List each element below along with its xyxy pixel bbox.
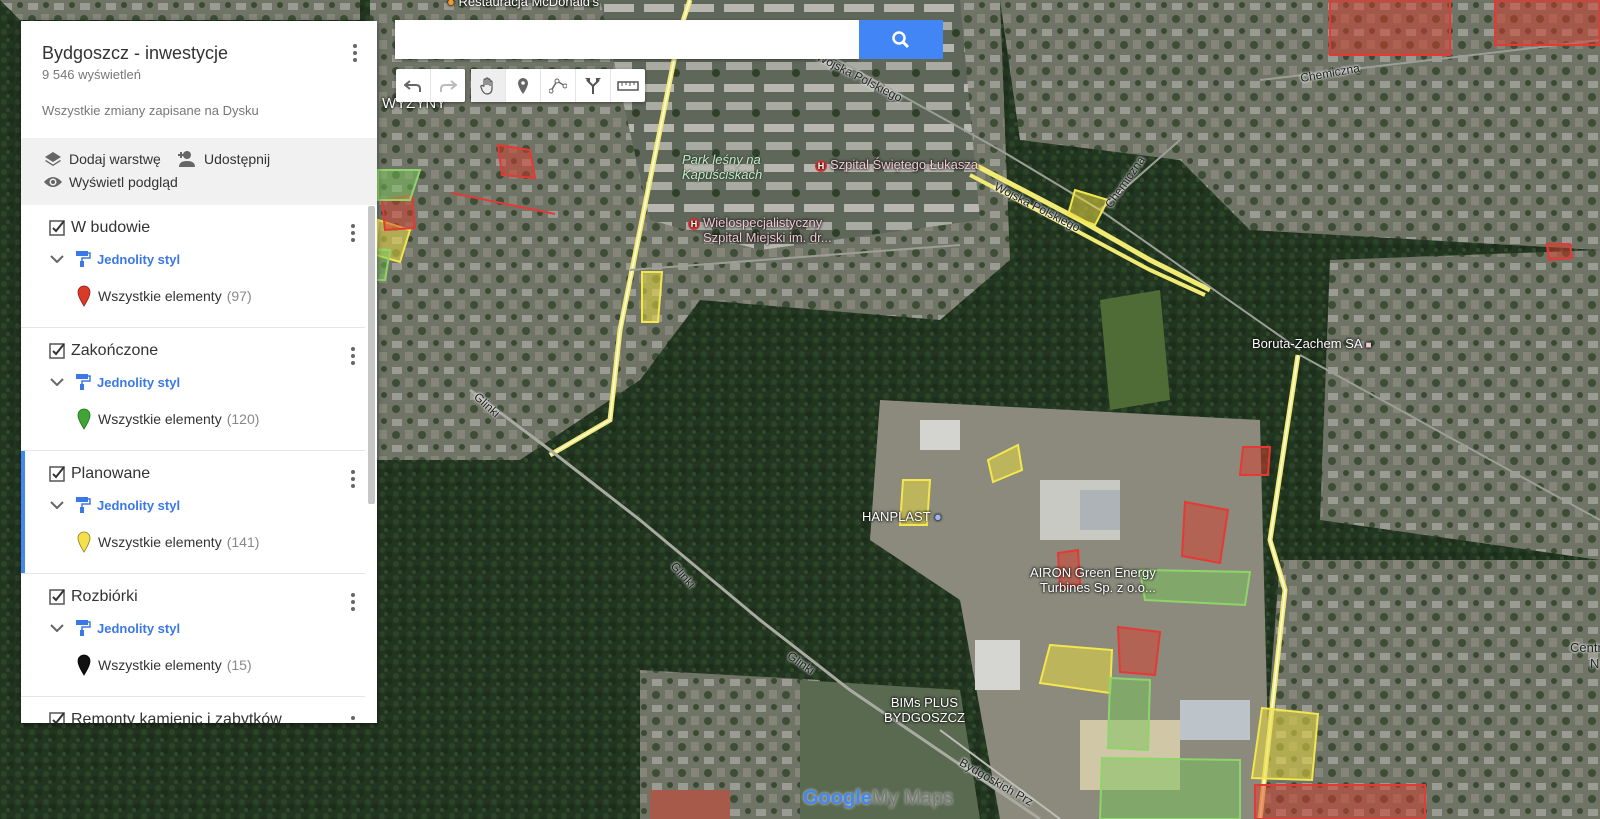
layer-options-button[interactable] — [343, 713, 363, 723]
layer-elements[interactable]: Wszystkie elementy (120) — [77, 408, 259, 430]
directions-button[interactable] — [576, 69, 611, 102]
layer-zakonczone[interactable]: Zakończone Jednolity styl Wszystkie elem… — [21, 328, 365, 451]
chevron-down-icon — [50, 255, 64, 263]
marker-icon — [77, 654, 91, 676]
marker-icon — [77, 408, 91, 430]
layer-options-button[interactable] — [343, 344, 363, 368]
paint-roller-icon — [76, 497, 91, 513]
layer-elements[interactable]: Wszystkie elementy (97) — [77, 285, 252, 307]
checkbox-checked-icon — [49, 220, 65, 236]
search-button[interactable] — [859, 20, 943, 59]
map-label-bims[interactable]: BIMs PLUS BYDGOSZCZ — [884, 695, 965, 725]
layer-name[interactable]: Planowane — [71, 465, 150, 483]
layers-icon — [45, 152, 61, 166]
save-status: Wszystkie zmiany zapisane na Dysku — [42, 103, 259, 118]
add-marker-button[interactable] — [506, 69, 541, 102]
search-input[interactable] — [395, 20, 859, 59]
eye-icon — [44, 177, 62, 187]
layer-visibility-checkbox[interactable] — [49, 712, 65, 723]
redo-icon — [440, 79, 457, 92]
layer-visibility-checkbox[interactable] — [49, 343, 65, 359]
layer-visibility-checkbox[interactable] — [49, 220, 65, 236]
layer-name[interactable]: W budowie — [71, 219, 150, 237]
layer-visibility-checkbox[interactable] — [49, 589, 65, 605]
map-title[interactable]: Bydgoszcz - inwestycje — [42, 43, 357, 64]
checkbox-checked-icon — [49, 466, 65, 482]
hand-icon — [480, 76, 493, 95]
layer-style-toggle[interactable]: Jednolity styl — [49, 619, 180, 637]
ruler-icon — [617, 80, 639, 91]
marker-icon — [77, 531, 91, 553]
layer-elements[interactable]: Wszystkie elementy (15) — [77, 654, 252, 676]
paint-roller-icon — [76, 251, 91, 267]
layer-style-toggle[interactable]: Jednolity styl — [49, 250, 180, 268]
layer-style-toggle[interactable]: Jednolity styl — [49, 373, 180, 391]
style-link[interactable]: Jednolity styl — [97, 252, 180, 267]
style-link[interactable]: Jednolity styl — [97, 375, 180, 390]
layers-list: W budowie Jednolity styl Wszystkie eleme… — [21, 205, 365, 723]
layer-elements[interactable]: Wszystkie elementy (141) — [77, 531, 259, 553]
checkbox-checked-icon — [49, 712, 65, 723]
marker-icon — [518, 77, 528, 94]
google-my-maps-logo: GoogleMy Maps — [803, 787, 954, 809]
layer-options-button[interactable] — [343, 467, 363, 491]
layer-name[interactable]: Remonty kamienic i zabytków — [71, 711, 282, 723]
paint-roller-icon — [76, 620, 91, 636]
hospital-icon: H — [815, 159, 827, 172]
panel-actions: Dodaj warstwę Udostępnij Wyświetl podglą… — [21, 138, 377, 205]
business-icon: ● — [934, 509, 942, 524]
map-label-hospital[interactable]: H Szpital Świętego Łukasza — [815, 157, 978, 172]
map-label-hanplast[interactable]: HANPLAST ● — [862, 509, 942, 524]
layer-style-toggle[interactable]: Jednolity styl — [49, 496, 180, 514]
hospital-icon: H — [688, 217, 700, 230]
layer-w-budowie[interactable]: W budowie Jednolity styl Wszystkie eleme… — [21, 205, 365, 328]
draw-line-button[interactable] — [541, 69, 576, 102]
map-label-mcdonalds[interactable]: ● Restauracja McDonald's — [447, 0, 599, 9]
add-person-icon — [178, 151, 195, 167]
draw-line-icon — [549, 78, 567, 93]
chevron-down-icon — [50, 501, 64, 509]
style-link[interactable]: Jednolity styl — [97, 498, 180, 513]
share-button[interactable]: Udostępnij — [176, 150, 270, 168]
chevron-down-icon — [50, 624, 64, 632]
redo-button[interactable] — [431, 69, 465, 102]
layer-visibility-checkbox[interactable] — [49, 466, 65, 482]
map-label-park[interactable]: Park leśny na Kapuściskach — [682, 152, 792, 182]
directions-icon — [585, 77, 601, 94]
map-label-boruta[interactable]: Boruta-Zachem SA ■ — [1252, 336, 1372, 351]
marker-icon — [77, 285, 91, 307]
pan-tool-button[interactable] — [471, 69, 506, 102]
layer-name[interactable]: Rozbiórki — [71, 588, 138, 606]
add-layer-button[interactable]: Dodaj warstwę — [43, 150, 161, 168]
panel-header: Bydgoszcz - inwestycje 9 546 wyświetleń … — [21, 21, 377, 138]
map-label-airon[interactable]: AIRON Green Energy Turbines Sp. z o.o... — [1030, 565, 1156, 595]
undo-button[interactable] — [396, 69, 431, 102]
layers-scrollbar[interactable] — [368, 206, 375, 504]
layer-remonty[interactable]: Remonty kamienic i zabytków — [21, 697, 365, 723]
layer-options-button[interactable] — [343, 221, 363, 245]
layer-rozbiorki[interactable]: Rozbiórki Jednolity styl Wszystkie eleme… — [21, 574, 365, 697]
undo-icon — [404, 79, 421, 92]
map-options-menu-button[interactable] — [345, 41, 365, 65]
layer-name[interactable]: Zakończone — [71, 342, 158, 360]
checkbox-checked-icon — [49, 343, 65, 359]
layer-options-button[interactable] — [343, 590, 363, 614]
measure-button[interactable] — [611, 69, 645, 102]
paint-roller-icon — [76, 374, 91, 390]
layers-panel: Bydgoszcz - inwestycje 9 546 wyświetleń … — [21, 21, 377, 723]
map-label-centr: Centr N — [1570, 640, 1600, 671]
poi-icon: ■ — [1365, 340, 1372, 351]
checkbox-checked-icon — [49, 589, 65, 605]
chevron-down-icon — [50, 378, 64, 386]
search-icon — [892, 30, 910, 48]
preview-button[interactable]: Wyświetl podgląd — [43, 174, 178, 190]
map-toolbar — [396, 69, 651, 102]
style-link[interactable]: Jednolity styl — [97, 621, 180, 636]
map-views-count: 9 546 wyświetleń — [42, 67, 141, 82]
layer-planowane[interactable]: Planowane Jednolity styl Wszystkie eleme… — [21, 451, 365, 574]
map-label-hospital[interactable]: H Wielospecjalistyczny Szpital Miejski im.… — [688, 215, 832, 245]
